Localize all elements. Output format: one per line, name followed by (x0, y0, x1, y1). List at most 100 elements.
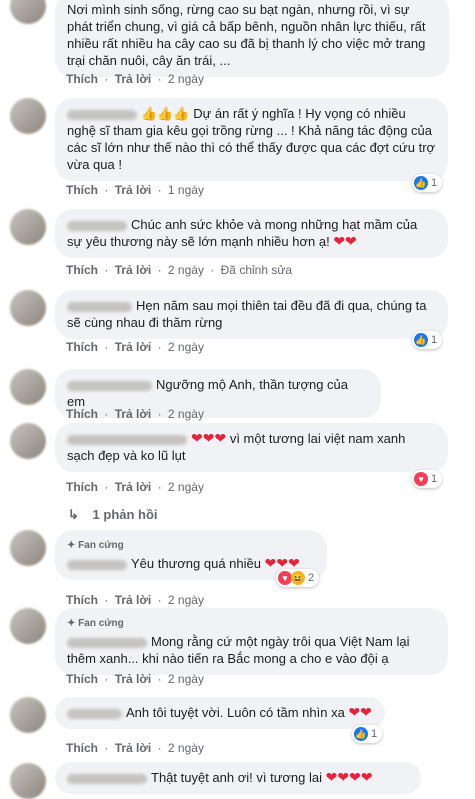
emoji-text: 👍👍👍 (141, 106, 190, 121)
separator: · (157, 480, 162, 494)
reply-link[interactable]: Trả lời (115, 263, 152, 277)
like-link[interactable]: Thích (66, 480, 98, 494)
commenter-name[interactable] (67, 109, 137, 120)
reaction-count[interactable]: 👍 1 (412, 174, 443, 192)
reaction-number: 1 (431, 473, 438, 485)
love-reaction-icon: ♥ (278, 571, 292, 585)
timestamp[interactable]: 2 ngày (168, 593, 204, 607)
comment-actions: Thích · Trả lời · 2 ngày (66, 480, 207, 494)
timestamp[interactable]: 2 ngày (168, 480, 204, 494)
timestamp[interactable]: 1 ngày (168, 183, 204, 197)
badge-icon: ✦ (67, 540, 79, 551)
reply-link[interactable]: Trả lời (115, 741, 152, 755)
commenter-name[interactable] (67, 637, 147, 648)
avatar[interactable] (10, 530, 46, 566)
replies-count-label: 1 phản hồi (92, 507, 158, 522)
reaction-count[interactable]: 👍 1 (352, 725, 383, 743)
avatar[interactable] (10, 763, 46, 799)
commenter-name[interactable] (67, 380, 152, 391)
comment-actions: Thích · Trả lời · 2 ngày (66, 407, 207, 421)
reaction-count[interactable]: ♥ 1 (412, 470, 443, 488)
separator: · (104, 593, 109, 607)
avatar[interactable] (10, 0, 46, 24)
comment-text: Nơi mình sinh sống, rừng cao su bạt ngàn… (67, 2, 426, 68)
reply-link[interactable]: Trả lời (115, 672, 152, 686)
comment-actions: Thích · Trả lời · 2 ngày (66, 672, 207, 686)
timestamp[interactable]: 2 ngày (168, 263, 204, 277)
comment-bubble: Chúc anh sức khỏe và mong những hạt mầm … (55, 209, 448, 258)
reaction-count[interactable]: ♥ 😆 2 (276, 569, 320, 587)
comment-text: Yêu thương quá nhiều (131, 556, 261, 571)
fan-badge: ✦ Fan cứng (67, 537, 315, 554)
comment-bubble: Thật tuyệt anh ơi! vì tương lai ❤❤❤❤ (55, 762, 421, 794)
heart-emoji: ❤❤❤ (191, 430, 227, 446)
like-link[interactable]: Thích (66, 72, 98, 86)
edited-label[interactable]: Đã chỉnh sửa (221, 263, 292, 277)
view-replies-link[interactable]: ↳ 1 phản hồi (68, 507, 158, 523)
like-reaction-icon: 👍 (354, 727, 368, 741)
reply-link[interactable]: Trả lời (115, 340, 152, 354)
timestamp[interactable]: 2 ngày (168, 741, 204, 755)
commenter-name[interactable] (67, 301, 132, 312)
like-link[interactable]: Thích (66, 183, 98, 197)
comment-actions: Thích · Trả lời · 2 ngày · Đã chỉnh sửa (66, 263, 295, 277)
comment-actions: Thích · Trả lời · 1 ngày (66, 183, 207, 197)
reaction-number: 1 (431, 334, 438, 346)
reply-link[interactable]: Trả lời (115, 593, 152, 607)
commenter-name[interactable] (67, 220, 127, 231)
like-link[interactable]: Thích (66, 741, 98, 755)
avatar[interactable] (10, 697, 46, 733)
commenter-name[interactable] (67, 559, 127, 570)
separator: · (104, 183, 109, 197)
timestamp[interactable]: 2 ngày (168, 72, 204, 86)
separator: · (157, 741, 162, 755)
badge-label: Fan cứng (78, 540, 124, 551)
separator: · (157, 340, 162, 354)
commenter-name[interactable] (67, 773, 147, 784)
separator: · (104, 480, 109, 494)
like-link[interactable]: Thích (66, 263, 98, 277)
separator: · (104, 72, 109, 86)
separator: · (104, 340, 109, 354)
avatar[interactable] (10, 608, 46, 644)
avatar[interactable] (10, 98, 46, 134)
comment-actions: Thích · Trả lời · 2 ngày (66, 593, 207, 607)
badge-icon: ✦ (67, 618, 79, 629)
like-reaction-icon: 👍 (414, 176, 428, 190)
separator: · (157, 407, 162, 421)
reply-link[interactable]: Trả lời (115, 480, 152, 494)
separator: · (157, 263, 162, 277)
reply-arrow-icon: ↳ (68, 507, 79, 522)
commenter-name[interactable] (67, 434, 187, 445)
comment-actions: Thích · Trả lời · 2 ngày (66, 340, 207, 354)
separator: · (104, 741, 109, 755)
avatar[interactable] (10, 290, 46, 326)
reaction-count[interactable]: 👍 1 (412, 331, 443, 349)
comment-text: Anh tôi tuyệt vời. Luôn có tầm nhìn xa (126, 705, 345, 720)
commenter-name[interactable] (67, 708, 122, 719)
separator: · (104, 672, 109, 686)
avatar[interactable] (10, 369, 46, 405)
reply-link[interactable]: Trả lời (115, 183, 152, 197)
comment-bubble: Hẹn năm sau mọi thiên tai đều đã đi qua,… (55, 290, 448, 339)
avatar[interactable] (10, 423, 46, 459)
haha-reaction-icon: 😆 (291, 571, 305, 585)
timestamp[interactable]: 2 ngày (168, 407, 204, 421)
comment-bubble: Anh tôi tuyệt vời. Luôn có tầm nhìn xa ❤… (55, 697, 385, 729)
reply-link[interactable]: Trả lời (115, 407, 152, 421)
reaction-number: 1 (371, 728, 378, 740)
like-link[interactable]: Thích (66, 340, 98, 354)
avatar[interactable] (10, 209, 46, 245)
separator: · (157, 183, 162, 197)
like-link[interactable]: Thích (66, 672, 98, 686)
reply-link[interactable]: Trả lời (115, 72, 152, 86)
reaction-number: 2 (308, 572, 315, 584)
heart-emoji: ❤❤ (348, 704, 372, 720)
separator: · (157, 672, 162, 686)
timestamp[interactable]: 2 ngày (168, 672, 204, 686)
like-link[interactable]: Thích (66, 407, 98, 421)
timestamp[interactable]: 2 ngày (168, 340, 204, 354)
like-link[interactable]: Thích (66, 593, 98, 607)
heart-emoji: ❤❤ (333, 233, 357, 249)
separator: · (104, 263, 109, 277)
